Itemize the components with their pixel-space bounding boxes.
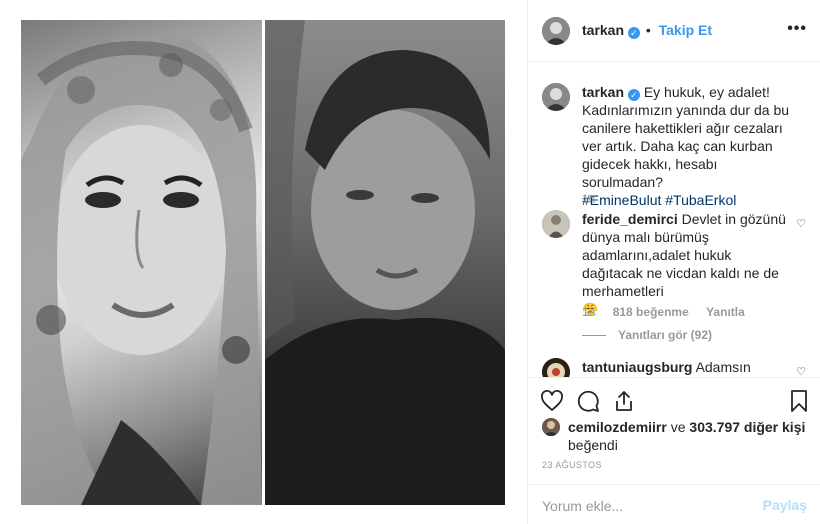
commenter-avatar[interactable] [542, 358, 570, 377]
post-comment-button[interactable]: Paylaş [763, 497, 807, 513]
caption-meta: 1h [582, 192, 609, 206]
comment-like-heart-icon[interactable]: ♡ [795, 218, 807, 230]
comment-body: tantuniaugsburg Adamsın Tarkan! [582, 358, 796, 377]
likes-suffix: beğendi [568, 437, 618, 453]
comment-body: feride_demirci Devlet in gözünü dünya ma… [582, 210, 796, 319]
commenter-username[interactable]: tantuniaugsburg [582, 359, 692, 375]
likes-count[interactable]: 303.797 diğer kişi [689, 419, 805, 435]
reply-button[interactable]: Yanıtla [706, 305, 745, 319]
likes-text: cemilozdemiirr ve 303.797 diğer kişi beğ… [568, 418, 808, 454]
more-options-icon[interactable]: ••• [787, 20, 807, 38]
comment-like-heart-icon[interactable]: ♡ [795, 366, 807, 377]
post-actions: cemilozdemiirr ve 303.797 diğer kişi beğ… [528, 377, 820, 524]
likes-connector: ve [670, 419, 686, 435]
liker-avatar[interactable] [542, 418, 560, 436]
verified-badge-icon: ✓ [627, 89, 640, 101]
comment-meta: 1h 818 beğenme Yanıtla [582, 305, 759, 319]
short-hair-portrait-graphic [265, 20, 505, 505]
caption-body: tarkan ✓ Ey hukuk, ey adalet! Kadınlarım… [582, 83, 796, 209]
photo-woman-headscarf [21, 20, 262, 505]
comment-icon[interactable] [576, 389, 600, 413]
author-avatar[interactable] [542, 17, 570, 45]
verified-badge-icon: ✓ [627, 27, 640, 39]
replies-divider-line [582, 335, 606, 337]
comment-input[interactable] [542, 495, 752, 517]
comments-list[interactable]: tarkan ✓ Ey hukuk, ey adalet! Kadınlarım… [528, 63, 820, 377]
comment-time[interactable]: 1h [582, 305, 595, 319]
author-row: tarkan ✓ • Takip Et [582, 22, 712, 39]
share-icon[interactable] [612, 389, 636, 413]
caption-username[interactable]: tarkan [582, 84, 624, 100]
follow-button[interactable]: Takip Et [659, 22, 712, 38]
add-comment-bar: Paylaş [528, 484, 820, 524]
separator-dot: • [645, 22, 651, 38]
comment-likes-count[interactable]: 818 beğenme [613, 305, 689, 319]
caption-author-avatar[interactable] [542, 83, 570, 111]
caption-time[interactable]: 1h [582, 192, 595, 206]
photo-woman-short-hair [265, 20, 505, 505]
post-header: tarkan ✓ • Takip Et ••• [528, 0, 820, 62]
comment-item: feride_demirci Devlet in gözünü dünya ma… [542, 210, 807, 350]
post-date[interactable]: 23 AĞUSTOS [542, 460, 602, 470]
heart-icon[interactable] [540, 389, 564, 413]
commenter-username[interactable]: feride_demirci [582, 211, 678, 227]
post-image[interactable] [0, 0, 527, 524]
post-side-panel: tarkan ✓ • Takip Et ••• tarkan ✓ Ey huku… [527, 0, 820, 524]
view-replies-button[interactable]: Yanıtları gör (92) [582, 328, 712, 342]
commenter-avatar[interactable] [542, 210, 570, 238]
view-replies-label: Yanıtları gör (92) [618, 328, 713, 342]
liker-username[interactable]: cemilozdemiirr [568, 419, 667, 435]
author-username[interactable]: tarkan [582, 22, 624, 38]
headscarf-portrait-graphic [21, 34, 262, 505]
comment-item: tantuniaugsburg Adamsın Tarkan! ♡ [542, 358, 807, 377]
bookmark-icon[interactable] [787, 389, 811, 413]
